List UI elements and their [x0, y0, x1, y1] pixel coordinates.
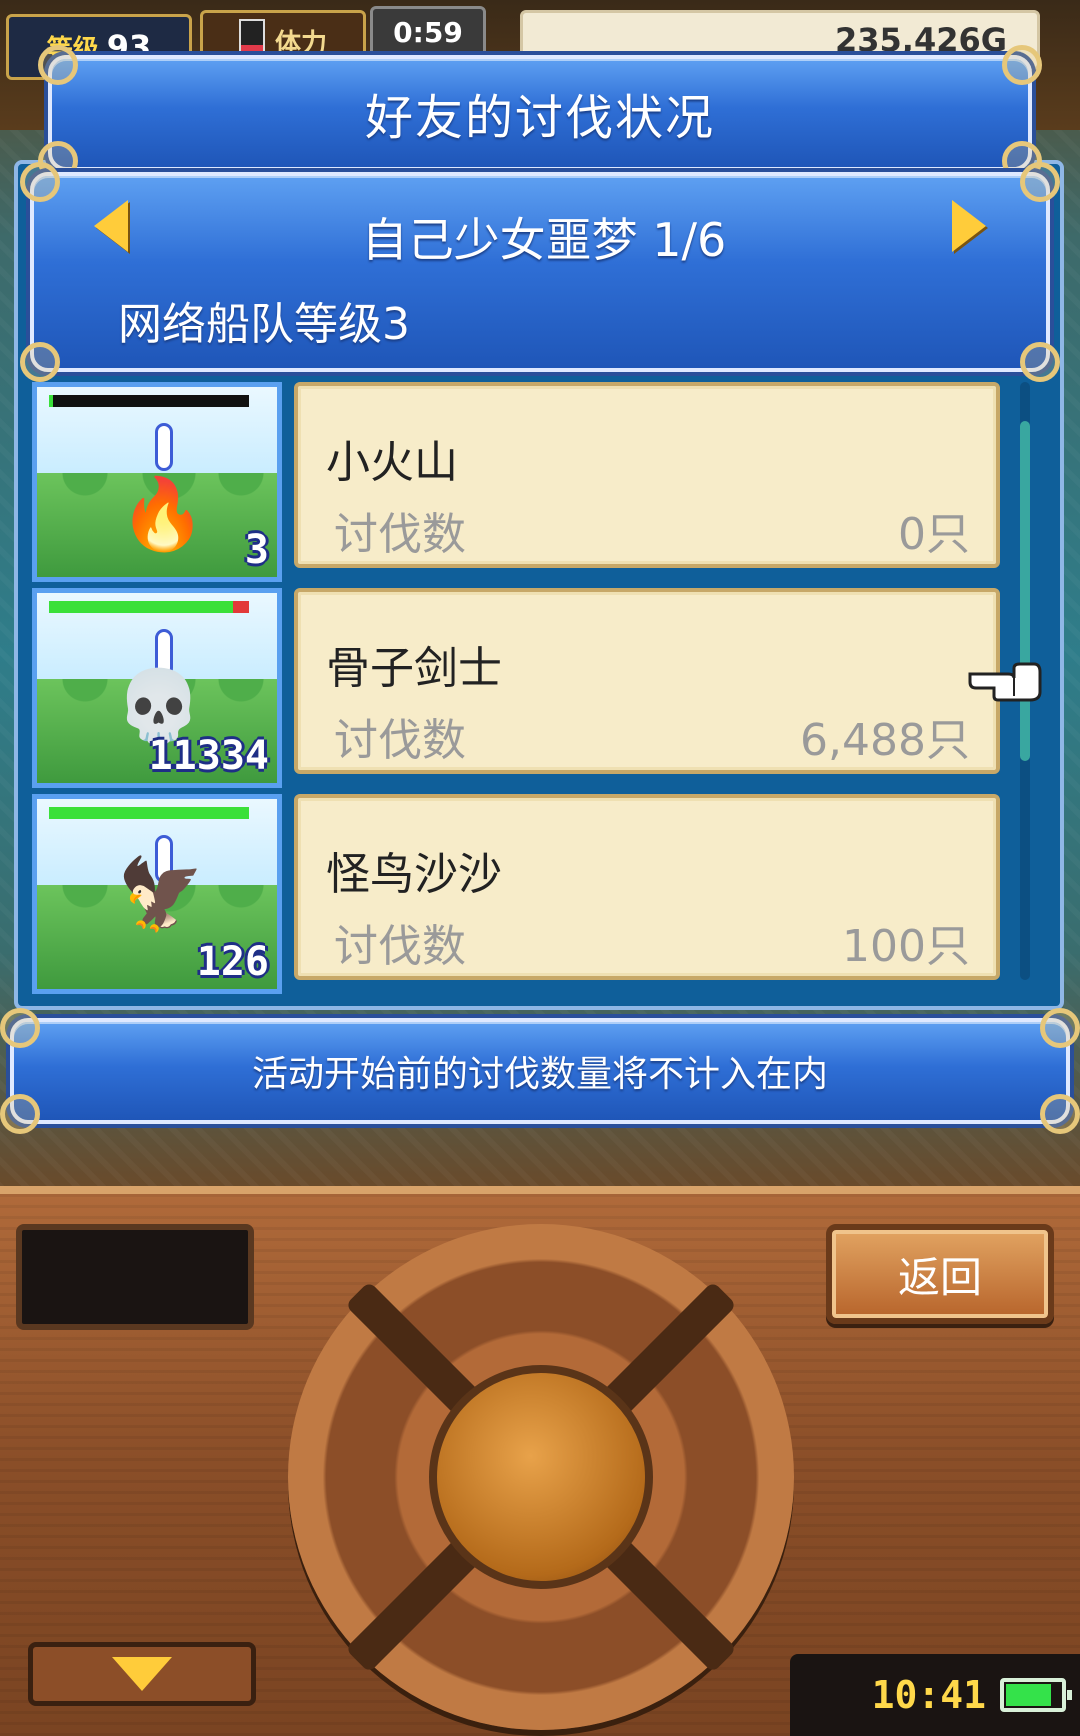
- list-item[interactable]: 💀 11334 骨子剑士 讨伐数 6,488只: [32, 588, 1002, 788]
- hp-bar: [49, 601, 249, 613]
- page-label: 自己少女噩梦 1/6: [361, 213, 727, 267]
- kill-count-value: 100只: [842, 921, 970, 972]
- friend-page-header: 自己少女噩梦 1/6 网络船队等级3: [20, 162, 1060, 382]
- strange-bird-icon: 🦅: [117, 853, 205, 935]
- list-item[interactable]: 🦅 126 怪鸟沙沙 讨伐数 100只: [32, 794, 1002, 994]
- dialog-title-bar: 好友的讨伐状况: [38, 45, 1042, 181]
- kill-count-value: 6,488只: [800, 715, 970, 766]
- mini-screen: [16, 1224, 254, 1330]
- thumb-count: 126: [196, 939, 269, 985]
- hp-bar: [49, 807, 249, 819]
- monster-thumbnail: 🔥 3: [32, 382, 282, 582]
- monster-thumbnail: 💀 11334: [32, 588, 282, 788]
- footer-note: 活动开始前的讨伐数量将不计入在内: [251, 1054, 828, 1095]
- stamina-label: 体力: [274, 28, 327, 59]
- thumb-count: 11334: [148, 733, 269, 779]
- kill-count-label: 讨伐数: [334, 509, 466, 560]
- clock-time: 10:41: [871, 1673, 986, 1717]
- hp-bar: [49, 395, 249, 407]
- monster-card[interactable]: 小火山 讨伐数 0只: [294, 382, 1000, 568]
- corner-ornament-icon: [1002, 45, 1042, 85]
- corner-ornament-icon: [1020, 162, 1060, 202]
- next-page-arrow-icon[interactable]: [952, 200, 986, 252]
- fire-monster-icon: 🔥: [119, 473, 207, 555]
- monster-name: 怪鸟沙沙: [326, 849, 502, 900]
- hp-fill: [49, 807, 249, 819]
- list-item[interactable]: 🔥 3 小火山 讨伐数 0只: [32, 382, 1002, 582]
- corner-ornament-icon: [20, 162, 60, 202]
- kill-count-label: 讨伐数: [334, 715, 466, 766]
- footer-note-bar: 活动开始前的讨伐数量将不计入在内: [0, 1008, 1080, 1134]
- battery-icon: [1000, 1678, 1072, 1712]
- corner-ornament-icon: [1020, 342, 1060, 382]
- scrollbar-thumb[interactable]: [1020, 420, 1030, 761]
- corner-ornament-icon: [1040, 1094, 1080, 1134]
- kill-count-value: 0只: [898, 509, 970, 560]
- fleet-level-label: 网络船队等级3: [118, 299, 410, 350]
- corner-ornament-icon: [0, 1008, 40, 1048]
- kill-count-label: 讨伐数: [334, 921, 466, 972]
- thumb-count: 3: [244, 527, 269, 573]
- pointing-hand-cursor-icon: [968, 662, 1042, 702]
- controller-console: 返回 10:41: [0, 1186, 1080, 1736]
- exclamation-icon: [155, 423, 173, 471]
- skeleton-swordsman-icon: 💀: [115, 665, 203, 747]
- corner-ornament-icon: [20, 342, 60, 382]
- hp-fill: [49, 395, 53, 407]
- monster-card[interactable]: 骨子剑士 讨伐数 6,488只: [294, 588, 1000, 774]
- confirm-button[interactable]: [429, 1365, 653, 1589]
- down-arrow-icon: [112, 1657, 172, 1691]
- back-button[interactable]: 返回: [826, 1224, 1054, 1324]
- monster-name: 小火山: [326, 437, 458, 488]
- status-clock: 10:41: [790, 1654, 1080, 1736]
- hp-red-segment: [233, 601, 249, 613]
- hp-fill: [49, 601, 233, 613]
- stamina-timer: 0:59: [370, 6, 486, 58]
- monster-thumbnail: 🦅 126: [32, 794, 282, 994]
- dialog-title: 好友的讨伐状况: [364, 90, 715, 146]
- corner-ornament-icon: [1040, 1008, 1080, 1048]
- monster-card[interactable]: 怪鸟沙沙 讨伐数 100只: [294, 794, 1000, 980]
- corner-ornament-icon: [0, 1094, 40, 1134]
- directional-pad[interactable]: [288, 1224, 794, 1730]
- menu-toggle-button[interactable]: [28, 1642, 256, 1706]
- battery-fill: [1006, 1684, 1052, 1706]
- monster-name: 骨子剑士: [326, 643, 502, 694]
- corner-ornament-icon: [38, 45, 78, 85]
